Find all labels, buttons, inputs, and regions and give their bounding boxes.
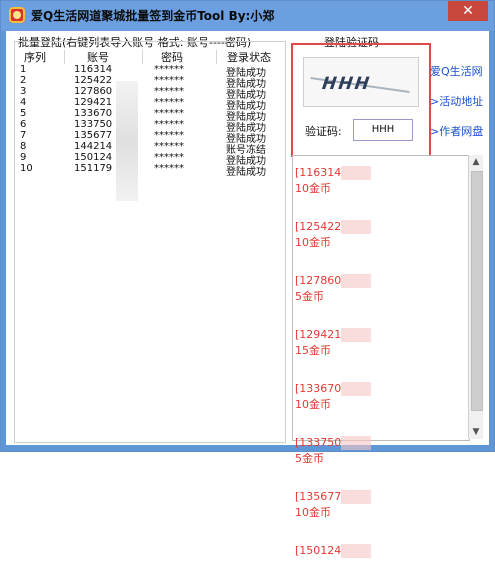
table-row[interactable]: 10 151179 ****** 登陆成功 xyxy=(16,163,286,178)
row-index: 2 xyxy=(20,75,27,86)
log-entry: [133750 5金币 xyxy=(293,426,469,480)
privacy-blur xyxy=(341,328,371,342)
log-coins: 10金币 xyxy=(295,182,331,195)
app-icon xyxy=(9,7,25,23)
row-index: 7 xyxy=(20,130,27,141)
privacy-blur xyxy=(341,274,371,288)
row-index: 5 xyxy=(20,108,27,119)
log-coins: 5金币 xyxy=(295,290,324,303)
privacy-blur xyxy=(341,544,371,558)
captcha-image[interactable]: HHH xyxy=(303,57,419,107)
vcode-input[interactable]: HHH xyxy=(353,119,413,141)
log-entry: [150124 xyxy=(293,534,469,588)
log-account: [129421 xyxy=(295,328,342,341)
close-button[interactable]: ✕ xyxy=(448,1,488,21)
row-account: 133670 xyxy=(74,108,113,119)
row-account: 133750 xyxy=(74,119,113,130)
column-header-index[interactable]: 序列 xyxy=(24,49,46,64)
row-index: 9 xyxy=(20,152,27,163)
captcha-text: HHH xyxy=(318,74,374,94)
row-index: 3 xyxy=(20,86,27,97)
row-index: 8 xyxy=(20,141,27,152)
row-index: 10 xyxy=(20,163,33,174)
row-index: 4 xyxy=(20,97,27,108)
row-password: ****** xyxy=(154,64,184,75)
log-entry: [125422 10金币 xyxy=(293,210,469,264)
column-divider xyxy=(216,50,217,64)
column-header-password[interactable]: 密码 xyxy=(161,49,183,64)
log-coins: 10金币 xyxy=(295,236,331,249)
row-password: ****** xyxy=(154,163,184,174)
scroll-down-icon[interactable]: ▼ xyxy=(469,425,483,439)
privacy-blur xyxy=(341,382,371,396)
window-title: 爱Q生活网道聚城批量签到金币Tool By:小郑 xyxy=(31,9,275,23)
column-header-status[interactable]: 登录状态 xyxy=(227,49,271,64)
row-password: ****** xyxy=(154,108,184,119)
row-account: 127860 xyxy=(74,86,113,97)
row-account: 125422 xyxy=(74,75,113,86)
row-password: ****** xyxy=(154,86,184,97)
log-scrollbar[interactable]: ▲ ▼ xyxy=(468,155,483,439)
row-account: 116314 xyxy=(74,64,113,75)
column-divider xyxy=(142,50,143,64)
privacy-blur xyxy=(341,220,371,234)
account-rows: 1 116314 ****** 登陆成功 2 125422 ****** 登陆成… xyxy=(16,64,286,178)
scroll-up-icon[interactable]: ▲ xyxy=(469,155,483,169)
log-coins: 15金币 xyxy=(295,344,331,357)
log-entry: [133670 10金币 xyxy=(293,372,469,426)
row-account: 135677 xyxy=(74,130,113,141)
log-entry: [135677 10金币 xyxy=(293,480,469,534)
link-aiq-life[interactable]: 爱Q生活网 xyxy=(430,63,483,79)
scroll-thumb[interactable] xyxy=(471,171,483,411)
row-password: ****** xyxy=(154,152,184,163)
log-account: [133670 xyxy=(295,382,342,395)
log-entry: [129421 15金币 xyxy=(293,318,469,372)
vcode-panel: HHH 验证码: HHH xyxy=(291,43,431,157)
link-activity[interactable]: >活动地址 xyxy=(430,93,483,109)
row-account: 129421 xyxy=(74,97,113,108)
row-password: ****** xyxy=(154,97,184,108)
result-log[interactable]: [116314 10金币 [125422 10金币 [127860 5金币 [1… xyxy=(292,155,470,558)
row-password: ****** xyxy=(154,119,184,130)
log-entry: [116314 10金币 xyxy=(293,156,469,210)
row-password: ****** xyxy=(154,141,184,152)
row-password: ****** xyxy=(154,130,184,141)
row-index: 1 xyxy=(20,64,27,75)
title-bar[interactable]: 爱Q生活网道聚城批量签到金币Tool By:小郑 ✕ xyxy=(1,1,494,31)
vcode-label: 验证码: xyxy=(305,125,342,138)
link-author-disk[interactable]: >作者网盘 xyxy=(430,123,483,139)
log-coins: 10金币 xyxy=(295,506,331,519)
privacy-blur xyxy=(341,490,371,504)
row-index: 6 xyxy=(20,119,27,130)
privacy-blur xyxy=(116,81,138,201)
app-window: 爱Q生活网道聚城批量签到金币Tool By:小郑 ✕ 批量登陆(右键列表导入账号… xyxy=(0,0,495,558)
row-account: 150124 xyxy=(74,152,113,163)
log-coins: 10金币 xyxy=(295,398,331,411)
log-coins: 5金币 xyxy=(295,452,324,465)
log-account: [150124 xyxy=(295,544,342,557)
account-list[interactable]: 序列 账号 密码 登录状态 1 116314 ****** 登陆成功 2 125… xyxy=(16,49,286,441)
row-status: 登陆成功 xyxy=(226,167,266,178)
row-password: ****** xyxy=(154,75,184,86)
privacy-blur xyxy=(341,166,371,180)
log-account: [127860 xyxy=(295,274,342,287)
row-account: 144214 xyxy=(74,141,113,152)
log-account: [135677 xyxy=(295,490,342,503)
column-header-account[interactable]: 账号 xyxy=(87,49,109,64)
row-account: 151179 xyxy=(74,163,113,174)
privacy-blur xyxy=(341,436,371,450)
column-divider xyxy=(64,50,65,64)
client-area: 批量登陆(右键列表导入账号 格式: 账号----密码) 序列 账号 密码 登录状… xyxy=(6,31,489,558)
log-account: [133750 xyxy=(295,436,342,449)
log-account: [125422 xyxy=(295,220,342,233)
log-account: [116314 xyxy=(295,166,342,179)
log-entry: [127860 5金币 xyxy=(293,264,469,318)
